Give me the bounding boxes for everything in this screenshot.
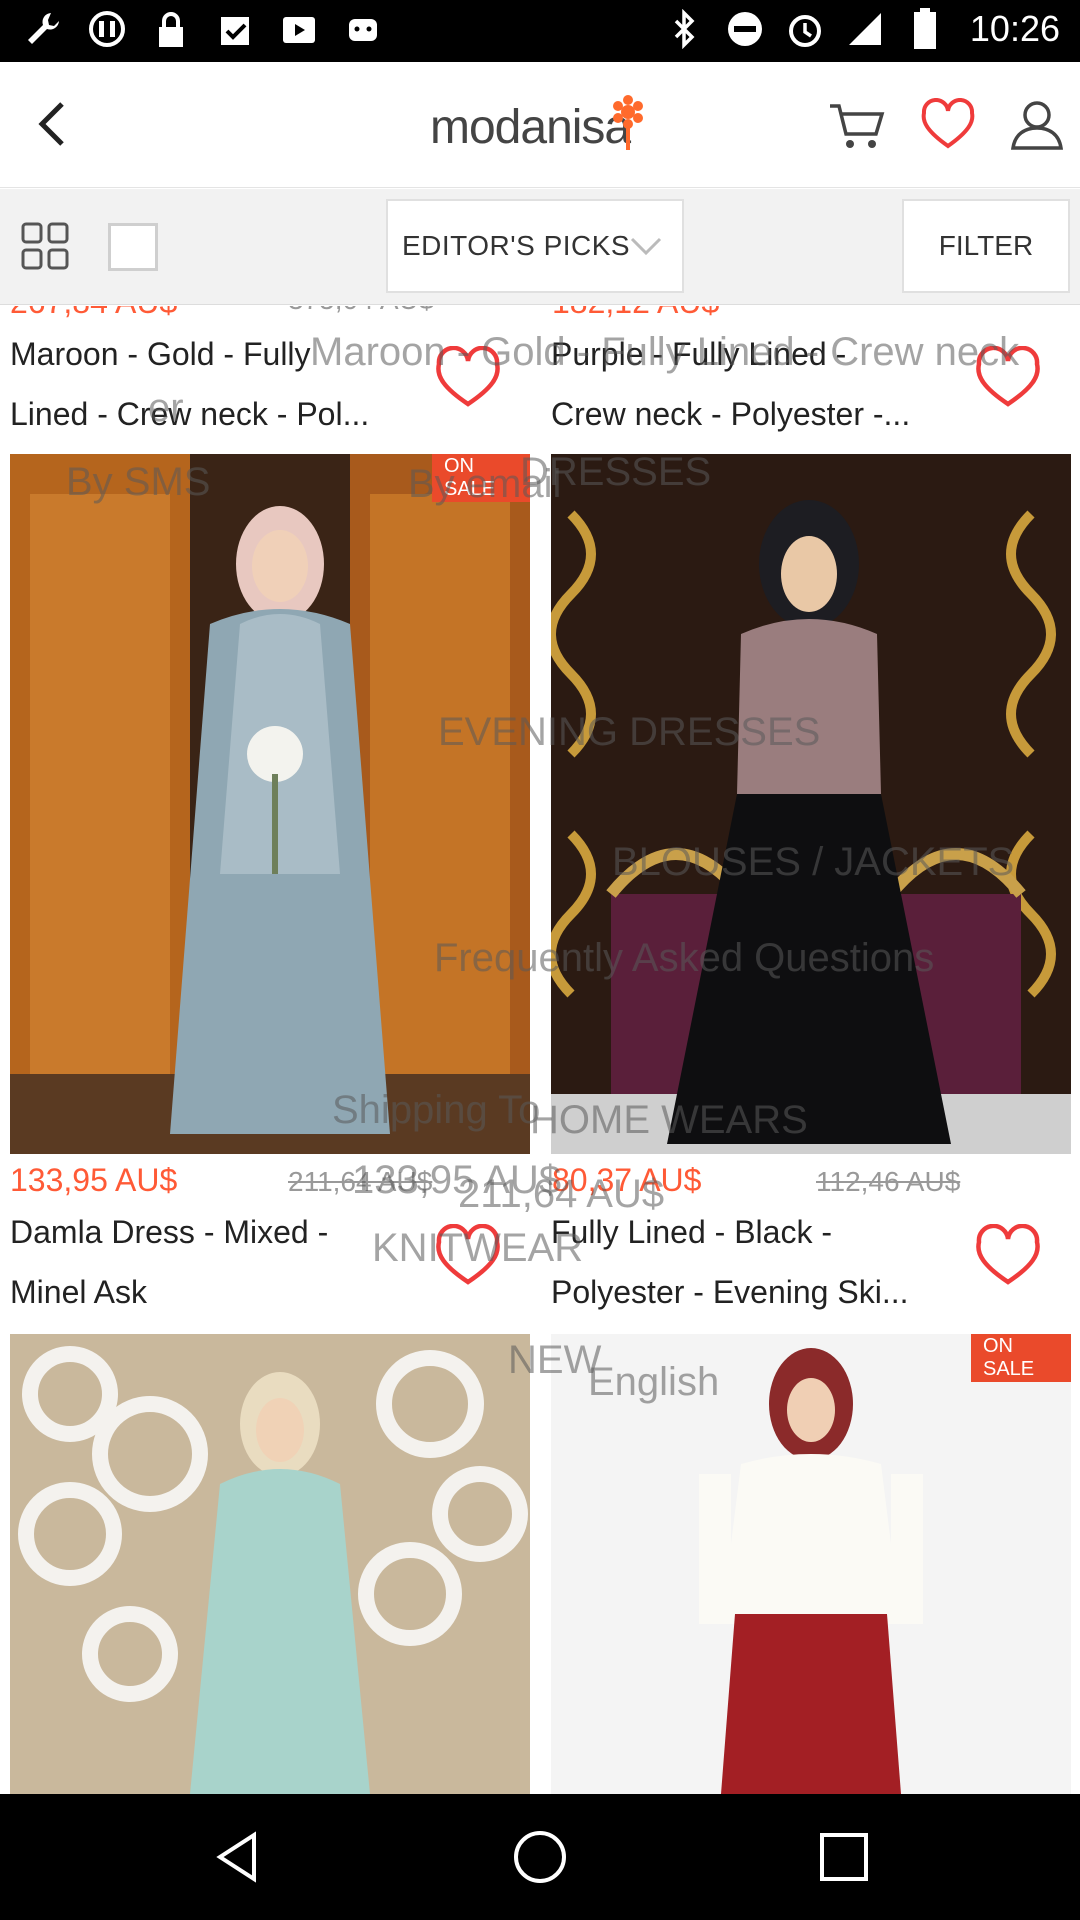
home-nav-icon[interactable] [510,1827,570,1887]
filter-button[interactable]: FILTER [902,199,1070,293]
account-button[interactable] [1008,98,1066,152]
heart-icon [921,98,975,149]
app-bar: modanisa [0,62,1080,188]
woman-in-mint-dress-photo [10,1334,530,1794]
sort-label: EDITOR'S PICKS [402,230,631,261]
do-not-disturb-icon [724,8,766,50]
overlay-text: English [588,1360,720,1404]
price-sale: 267,84 AU$ [10,306,177,321]
price-sale: 182,12 AU$ [552,306,719,321]
flower-icon [613,95,643,150]
back-nav-icon[interactable] [208,1827,268,1887]
grid-view-icon [21,222,69,270]
brand-name: modanisa [430,101,631,154]
product-title[interactable]: Damla Dress - Mixed - Minel Ask [10,1202,430,1322]
alarm-icon [784,8,826,50]
overlay-text: Frequently Asked Questions [434,936,935,980]
notification-icons [22,8,384,50]
grid-view-button[interactable] [20,221,70,271]
heart-icon[interactable] [972,1224,1044,1288]
overlay-text: EVENING DRESSES [438,710,821,754]
overlay-text: By SMS [66,460,211,504]
overlay-text: Shipping To [332,1088,541,1132]
overlay-text: 211,64 AU$ [458,1172,665,1216]
list-toolbar: EDITOR'S PICKS FILTER [0,189,1080,305]
back-arrow-icon [38,102,64,146]
system-nav-bar [0,1794,1080,1920]
sale-badge: ON SALE [971,1334,1071,1382]
price-old: 375,04 AU$ [288,306,434,316]
clipboard-check-icon [214,8,256,50]
android-icon [342,8,384,50]
product-image[interactable] [551,454,1071,1154]
bluetooth-icon [664,8,706,50]
price-sale: 133,95 AU$ [10,1162,178,1198]
chevron-down-icon [630,237,662,256]
user-icon [1010,101,1064,150]
overlay-text: KNITWEAR [372,1226,584,1270]
cart-button[interactable] [826,98,886,152]
back-button[interactable] [24,94,84,154]
product-grid: 267,84 AU$ 375,04 AU$ 182,12 AU$ Maroon … [0,306,1080,1794]
favorites-button[interactable] [918,98,978,152]
woman-in-blue-dress-photo [10,454,530,1154]
status-time: 10:26 [969,8,1060,49]
product-title[interactable]: Fully Lined - Black - Polyester - Evenin… [551,1202,971,1322]
overlay-text: BLOUSES / JACKETS [612,840,1015,884]
product-image[interactable] [10,1334,530,1794]
sort-dropdown[interactable]: EDITOR'S PICKS [386,199,684,293]
overlay-text: Maroon - Gold - Fully Lined - Crew neck [310,330,1020,374]
cart-icon [830,104,885,148]
battery-icon [904,8,946,50]
wrench-icon [22,8,64,50]
brand-logo[interactable]: modanisa [430,92,670,158]
recents-nav-icon[interactable] [814,1827,874,1887]
price-old: 112,46 AU$ [816,1166,961,1197]
woman-in-sequin-dress-photo [551,454,1071,1154]
product-image[interactable] [10,454,530,1154]
system-icons: 10:26 [664,8,1060,50]
sync-icon [86,8,128,50]
overlay-text: DRESSES [520,450,712,494]
video-icon [278,8,320,50]
overlay-text: er [148,386,184,430]
overlay-text: HOME WEARS [530,1098,808,1142]
signal-icon [844,8,886,50]
status-bar: 10:26 [0,0,1080,62]
single-view-button[interactable] [108,223,158,271]
lock-icon [150,8,192,50]
